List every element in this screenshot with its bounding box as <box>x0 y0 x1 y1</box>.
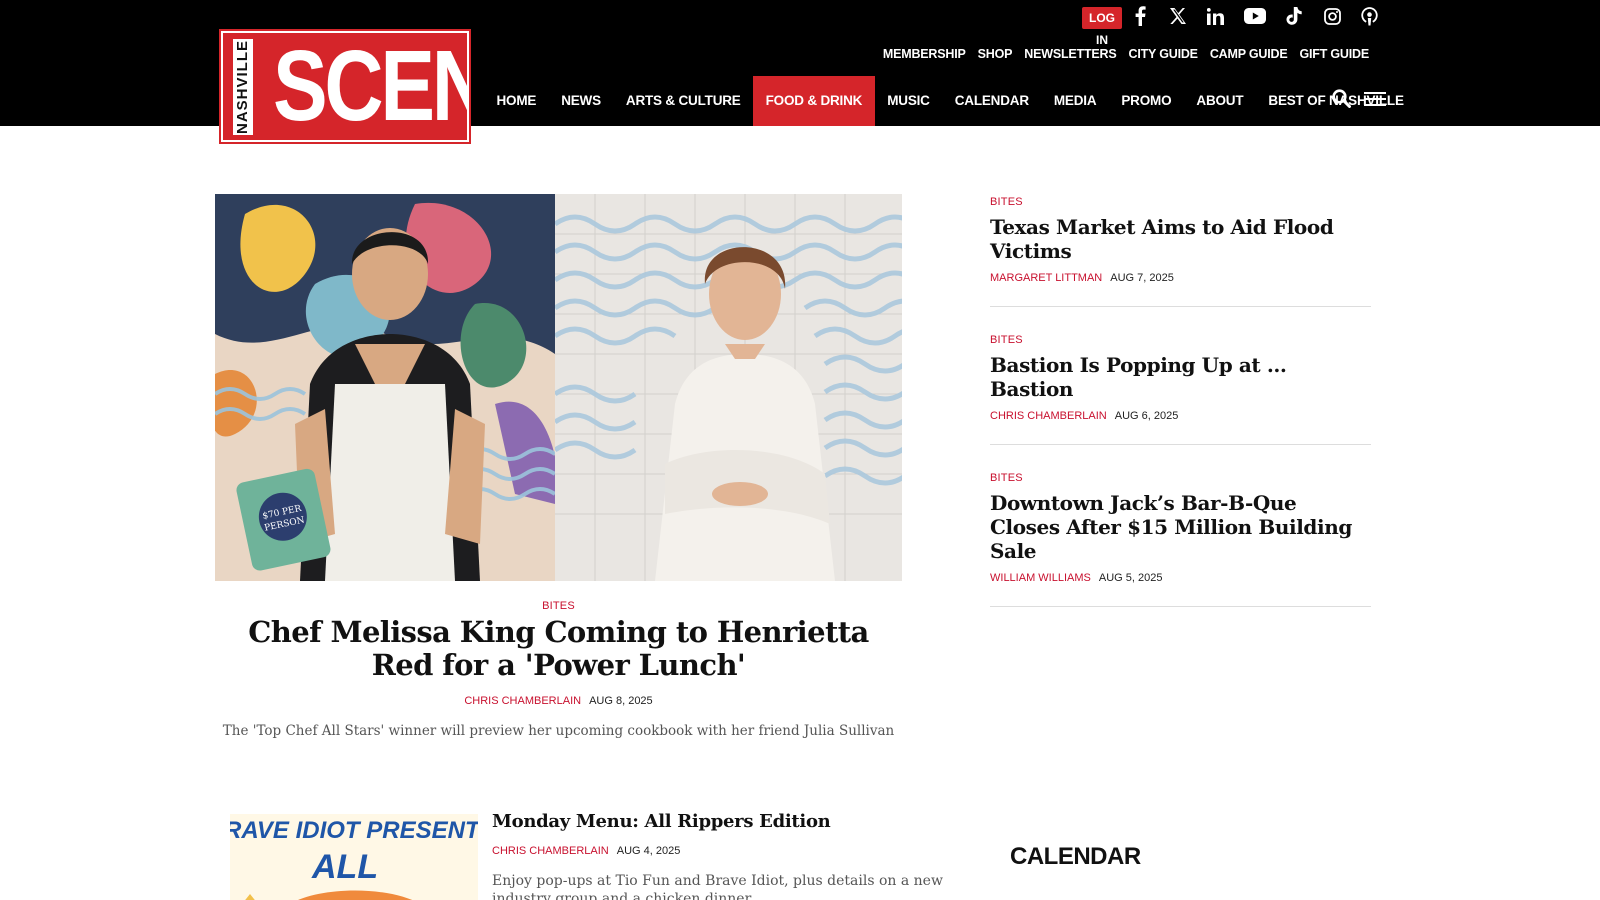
util-nav-shop[interactable]: SHOP <box>978 47 1013 61</box>
hamburger-menu-icon[interactable] <box>1364 92 1386 106</box>
feature-image[interactable]: $70 PER PERSON <box>215 194 902 581</box>
feature-kicker[interactable]: BITES <box>215 596 902 614</box>
util-nav-membership[interactable]: MEMBERSHIP <box>883 47 966 61</box>
nav-promo[interactable]: PROMO <box>1109 76 1184 126</box>
feature-date: AUG 8, 2025 <box>589 695 653 707</box>
feature-byline: CHRIS CHAMBERLAIN AUG 8, 2025 <box>215 695 902 707</box>
logo-nashville-text: NASHVILLE <box>233 39 253 135</box>
divider <box>990 606 1371 607</box>
feature-image-right-photo <box>553 194 902 581</box>
podcast-icon[interactable] <box>1361 4 1378 28</box>
sidebar-story: BITES Bastion Is Popping Up at … Bastion… <box>990 334 1371 422</box>
sidebar-story-kicker[interactable]: BITES <box>990 196 1371 208</box>
util-nav-gift-guide[interactable]: GIFT GUIDE <box>1299 47 1369 61</box>
sidebar-story-date: AUG 6, 2025 <box>1114 410 1179 422</box>
nav-news[interactable]: NEWS <box>549 76 614 126</box>
site-header: NASHVILLE SCENE LOG IN MEMBERSHIP SHOP N… <box>0 0 1600 144</box>
sidebar-story: BITES Texas Market Aims to Aid Flood Vic… <box>990 196 1371 284</box>
bottom-story-dek: Enjoy pop-ups at Tio Fun and Brave Idiot… <box>492 873 943 900</box>
bottom-story-thumbnail[interactable]: RAVE IDIOT PRESENTS ALL <box>230 814 478 900</box>
calendar-heading[interactable]: CALENDAR <box>1010 843 1141 871</box>
sidebar-story-date: AUG 5, 2025 <box>1098 572 1163 584</box>
bottom-story-author[interactable]: CHRIS CHAMBERLAIN <box>492 845 609 857</box>
thumb-text-2: ALL <box>311 848 378 886</box>
nav-calendar[interactable]: CALENDAR <box>942 76 1041 126</box>
sidebar-story-kicker[interactable]: BITES <box>990 472 1371 484</box>
feature-dek: The 'Top Chef All Stars' winner will pre… <box>222 723 895 739</box>
youtube-icon[interactable] <box>1244 4 1266 28</box>
nav-about[interactable]: ABOUT <box>1184 76 1256 126</box>
divider <box>990 306 1371 307</box>
x-twitter-icon[interactable] <box>1169 4 1187 28</box>
feature-title[interactable]: Chef Melissa King Coming to Henrietta Re… <box>215 616 902 682</box>
bottom-story-byline: CHRIS CHAMBERLAIN AUG 4, 2025 <box>492 845 680 857</box>
nav-arts-culture[interactable]: ARTS & CULTURE <box>613 76 753 126</box>
sidebar-story-title[interactable]: Texas Market Aims to Aid Flood Victims <box>990 215 1371 263</box>
feature-author[interactable]: CHRIS CHAMBERLAIN <box>464 695 581 707</box>
util-nav-city-guide[interactable]: CITY GUIDE <box>1129 47 1199 61</box>
bottom-story-title[interactable]: Monday Menu: All Rippers Edition <box>492 811 831 832</box>
thumb-text-1: RAVE IDIOT PRESENTS <box>230 817 478 844</box>
main-nav: HOME NEWS ARTS & CULTURE FOOD & DRINK MU… <box>484 76 1416 126</box>
sidebar-story-title[interactable]: Downtown Jack’s Bar-B-Que Closes After $… <box>990 491 1371 563</box>
sidebar-story-author[interactable]: MARGARET LITTMAN <box>990 272 1102 284</box>
search-icon[interactable] <box>1332 89 1351 113</box>
feature-image-left-photo: $70 PER PERSON <box>215 194 559 581</box>
tiktok-icon[interactable] <box>1286 4 1302 28</box>
nav-food-drink[interactable]: FOOD & DRINK <box>753 76 875 126</box>
logo-scene-text: SCENE <box>273 33 467 140</box>
sidebar-story-title[interactable]: Bastion Is Popping Up at … Bastion <box>990 353 1371 401</box>
sidebar-story-author[interactable]: CHRIS CHAMBERLAIN <box>990 410 1107 422</box>
bottom-story-date: AUG 4, 2025 <box>616 845 681 857</box>
utility-nav: MEMBERSHIP SHOP NEWSLETTERS CITY GUIDE C… <box>883 47 1369 61</box>
util-nav-camp-guide[interactable]: CAMP GUIDE <box>1210 47 1288 61</box>
sidebar-story: BITES Downtown Jack’s Bar-B-Que Closes A… <box>990 472 1371 584</box>
sidebar-story-kicker[interactable]: BITES <box>990 334 1371 346</box>
linkedin-icon[interactable] <box>1207 4 1224 28</box>
sidebar-story-author[interactable]: WILLIAM WILLIAMS <box>990 572 1091 584</box>
util-nav-newsletters[interactable]: NEWSLETTERS <box>1024 47 1116 61</box>
facebook-icon[interactable] <box>1134 4 1146 28</box>
instagram-icon[interactable] <box>1324 4 1341 28</box>
divider <box>990 444 1371 445</box>
sidebar-story-date: AUG 7, 2025 <box>1110 272 1174 284</box>
login-button[interactable]: LOG IN <box>1082 7 1122 47</box>
site-logo[interactable]: NASHVILLE SCENE <box>219 29 471 144</box>
nav-media[interactable]: MEDIA <box>1041 76 1109 126</box>
nav-music[interactable]: MUSIC <box>875 76 943 126</box>
nav-home[interactable]: HOME <box>484 76 549 126</box>
